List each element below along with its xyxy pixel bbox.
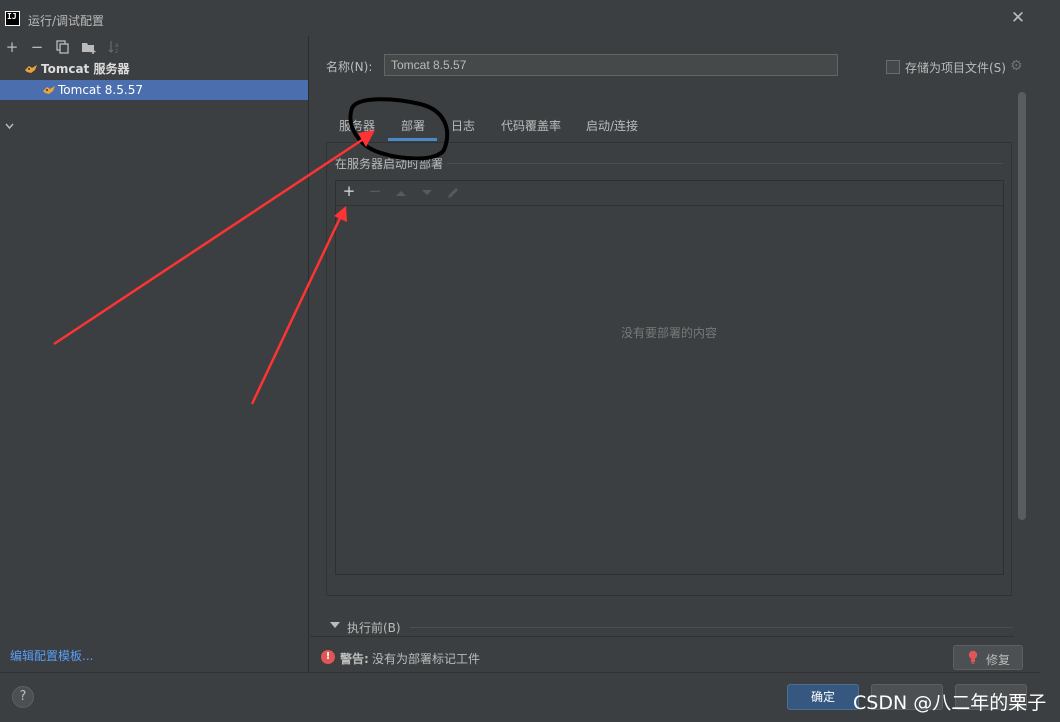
csdn-watermark: CSDN @八二年的栗子 (853, 692, 1047, 714)
move-down-icon[interactable] (420, 188, 434, 198)
deploy-section-title: 在服务器启动时部署 (335, 155, 448, 172)
lightbulb-icon (967, 650, 979, 664)
scrollbar[interactable] (1018, 92, 1026, 520)
sort-icon[interactable]: az (107, 40, 123, 56)
tree-item-tomcat-server[interactable]: Tomcat 服务器 (0, 59, 308, 130)
deploy-toolbar-divider (336, 205, 1003, 206)
active-tab-indicator (388, 138, 437, 141)
panel-divider (310, 636, 1014, 637)
chevron-down-icon[interactable] (5, 122, 14, 131)
title-bar (0, 0, 1060, 38)
warning-label: 警告: (340, 652, 369, 666)
empty-deploy-message: 没有要部署的内容 (620, 326, 717, 340)
tree-child-label: Tomcat 8.5.57 (58, 83, 143, 97)
config-tree-panel (0, 36, 309, 672)
add-icon[interactable]: + (4, 40, 20, 56)
ok-button[interactable]: 确定 (787, 684, 859, 710)
before-launch-label[interactable]: 执行前(B) (347, 619, 401, 636)
help-button[interactable]: ? (12, 686, 34, 708)
store-as-project-file-label: 存储为项目文件(S) (905, 61, 1006, 75)
deployment-list[interactable] (335, 180, 1004, 575)
intellij-logo-icon: IJ (5, 11, 20, 26)
gear-icon[interactable]: ⚙ (1010, 58, 1023, 74)
remove-icon[interactable]: − (29, 40, 45, 56)
tab-logs[interactable]: 日志 (451, 117, 475, 134)
tree-parent-label: Tomcat 服务器 (41, 62, 130, 76)
edit-icon[interactable] (446, 186, 460, 200)
fix-button-label: 修复 (986, 653, 1011, 667)
close-icon[interactable]: ✕ (1010, 10, 1026, 27)
before-launch-divider (410, 627, 1013, 628)
move-up-icon[interactable] (394, 188, 408, 198)
tree-item-tomcat-config[interactable]: Tomcat 8.5.57 (0, 80, 308, 100)
tab-code-coverage[interactable]: 代码覆盖率 (501, 117, 561, 134)
folder-add-icon[interactable] (81, 40, 97, 56)
warning-text: 没有为部署标记工件 (372, 652, 481, 666)
triangle-down-icon[interactable] (330, 622, 340, 628)
edit-templates-link[interactable]: 编辑配置模板... (10, 647, 93, 664)
tomcat-icon (43, 86, 55, 94)
tomcat-icon (25, 65, 37, 73)
add-icon[interactable]: + (342, 184, 356, 199)
name-label: 名称(N): (326, 60, 373, 74)
window-title: 运行/调试配置 (28, 14, 105, 28)
tab-startup-connection[interactable]: 启动/连接 (586, 117, 638, 134)
store-as-project-file-checkbox[interactable] (886, 60, 900, 74)
error-icon: ! (321, 650, 335, 664)
tab-server[interactable]: 服务器 (339, 117, 375, 134)
copy-icon[interactable] (55, 40, 71, 56)
footer-divider (0, 672, 1060, 673)
name-field[interactable] (384, 54, 838, 76)
background-window-edge (1040, 30, 1060, 720)
tab-deployment[interactable]: 部署 (401, 117, 425, 134)
remove-icon[interactable]: − (368, 184, 382, 199)
svg-text:z: z (115, 48, 118, 54)
